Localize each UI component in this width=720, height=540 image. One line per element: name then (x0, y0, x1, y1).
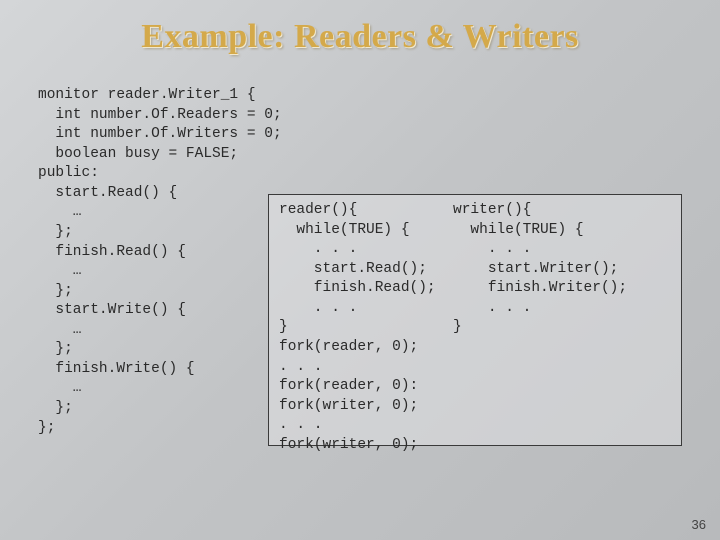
slide-title: Example: Readers & Writers (0, 18, 720, 56)
reader-writer-code-box: reader(){ writer(){ while(TRUE) { while(… (268, 194, 682, 446)
page-number: 36 (692, 517, 706, 532)
content-area: monitor reader.Writer_1 { int number.Of.… (0, 66, 720, 438)
title-area: Example: Readers & Writers (0, 0, 720, 66)
